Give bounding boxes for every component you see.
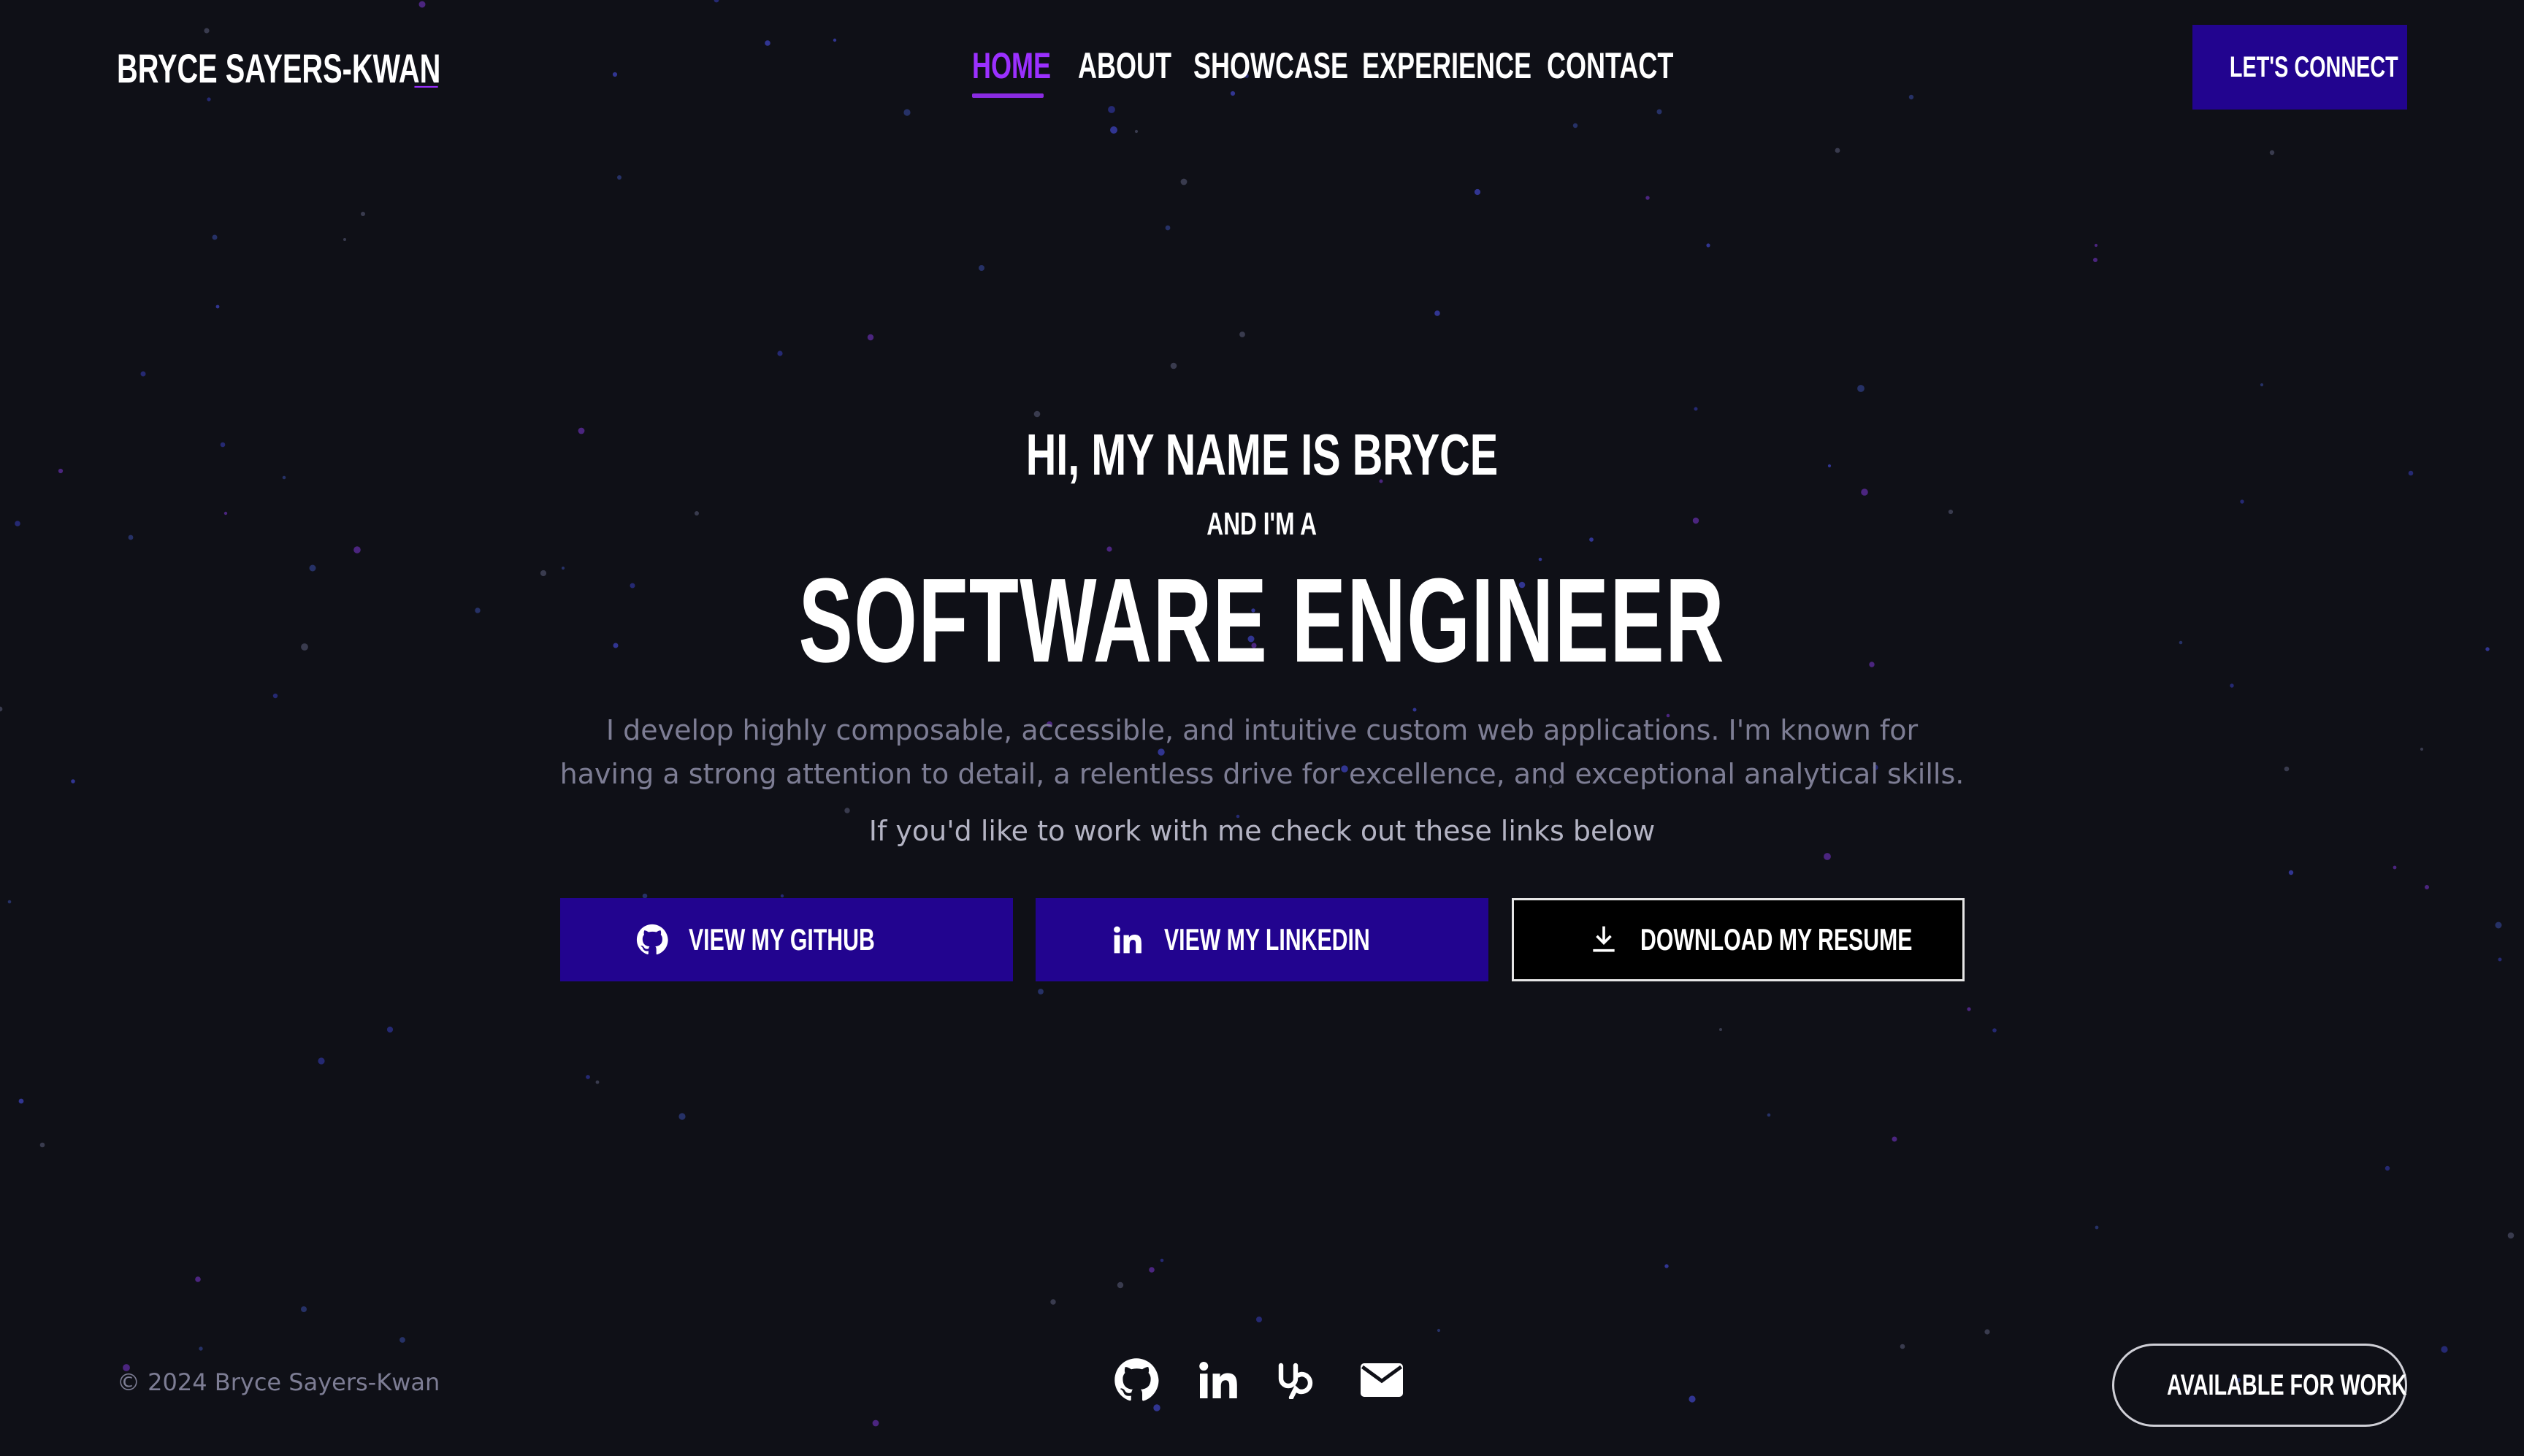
hero-subgreeting: AND I'M A	[0, 504, 2524, 545]
hero-greeting: HI, MY NAME IS BRYCE	[0, 422, 2524, 488]
hero-description: I develop highly composable, accessible,…	[559, 714, 1965, 790]
logo-cursor: _	[415, 45, 438, 91]
nav-showcase[interactable]: SHOWCASE	[1193, 41, 1348, 99]
upwork-icon	[1277, 1361, 1323, 1403]
availability-badge[interactable]: AVAILABLE FOR WORK	[2112, 1344, 2407, 1427]
availability-label: AVAILABLE FOR WORK	[2167, 1368, 2407, 1401]
copyright-text: © 2024 Bryce Sayers-Kwan	[117, 1368, 440, 1396]
download-resume-button[interactable]: DOWNLOAD MY RESUME	[1512, 898, 1965, 981]
linkedin-icon	[1196, 1358, 1240, 1406]
hero-role-text: SOFTWARE ENGINEER	[798, 553, 1726, 687]
lets-connect-label: LET'S CONNECT	[2229, 50, 2398, 83]
footer-upwork-link[interactable]	[1277, 1358, 1323, 1405]
footer-linkedin-link[interactable]	[1195, 1358, 1242, 1405]
hero-role: SOFTWARE ENGINEER	[0, 553, 2524, 687]
hero-cta: If you'd like to work with me check out …	[868, 815, 1656, 847]
download-icon	[1588, 924, 1620, 956]
hero-greeting-text: HI, MY NAME IS BRYCE	[1025, 422, 1499, 487]
view-github-label: VIEW MY GITHUB	[689, 922, 875, 957]
nav-experience[interactable]: EXPERIENCE	[1362, 41, 1531, 99]
mail-icon	[1361, 1363, 1403, 1401]
site-logo[interactable]: BRYCE SAYERS-KWAN _	[117, 42, 441, 95]
logo-text: BRYCE SAYERS-KWAN	[117, 45, 441, 91]
nav-contact[interactable]: CONTACT	[1547, 41, 1673, 99]
github-icon	[1114, 1357, 1159, 1406]
footer-github-link[interactable]	[1113, 1357, 1160, 1406]
footer-email-link[interactable]	[1358, 1358, 1405, 1405]
lets-connect-button[interactable]: LET'S CONNECT	[2192, 25, 2407, 110]
view-linkedin-label: VIEW MY LINKEDIN	[1164, 922, 1370, 957]
hero-subgreeting-text: AND I'M A	[1206, 506, 1318, 542]
download-resume-label: DOWNLOAD MY RESUME	[1640, 922, 1913, 957]
nav-home[interactable]: HOME	[972, 41, 1051, 99]
linkedin-icon	[1112, 924, 1144, 956]
github-icon	[636, 924, 668, 956]
view-github-button[interactable]: VIEW MY GITHUB	[560, 898, 1013, 981]
nav-about[interactable]: ABOUT	[1078, 41, 1171, 99]
active-nav-indicator	[972, 93, 1044, 98]
main-nav: HOME ABOUT SHOWCASE EXPERIENCE CONTACT	[963, 41, 1673, 99]
view-linkedin-button[interactable]: VIEW MY LINKEDIN	[1036, 898, 1488, 981]
